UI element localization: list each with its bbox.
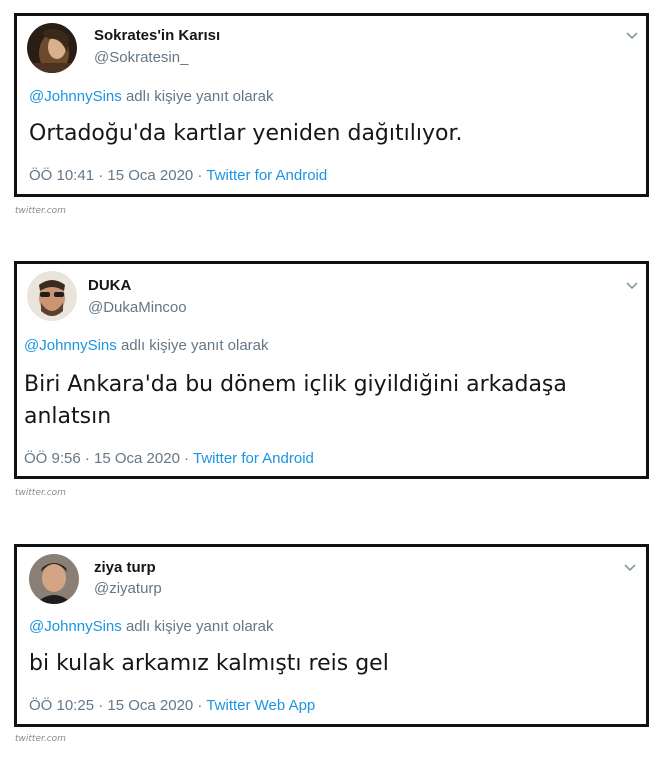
reply-mention-link[interactable]: @JohnnySins [24, 337, 117, 354]
user-handle[interactable]: @DukaMincoo [88, 299, 187, 316]
tweet-meta: ÖÖ 10:41 · 15 Oca 2020 · Twitter for And… [29, 167, 327, 184]
reply-context: @JohnnySins adlı kişiye yanıt olarak [29, 618, 274, 635]
user-handle[interactable]: @ziyaturp [94, 580, 162, 597]
avatar-photo-icon [29, 554, 79, 604]
tweet-text: bi kulak arkamız kalmıştı reis gel [29, 651, 389, 676]
reply-mention-link[interactable]: @JohnnySins [29, 618, 122, 635]
chevron-down-icon[interactable] [624, 27, 640, 43]
source-credit: twitter.com [15, 734, 66, 744]
display-name[interactable]: DUKA [88, 277, 131, 294]
tweet-text: Biri Ankara'da bu dönem içlik giyildiğin… [24, 372, 567, 429]
tweet-card-2[interactable]: DUKA @DukaMincoo @JohnnySins adlı kişiye… [14, 261, 649, 479]
reply-context-label: adlı kişiye yanıt olarak [116, 337, 269, 354]
tweet-meta: ÖÖ 10:25 · 15 Oca 2020 · Twitter Web App [29, 697, 315, 714]
avatar-photo-icon [27, 23, 77, 73]
tweet-timestamp[interactable]: ÖÖ 9:56 · 15 Oca 2020 · [24, 450, 193, 467]
user-handle[interactable]: @Sokratesin_ [94, 49, 188, 66]
tweet-meta: ÖÖ 9:56 · 15 Oca 2020 · Twitter for Andr… [24, 450, 314, 467]
chevron-down-icon[interactable] [622, 559, 638, 575]
source-credit: twitter.com [15, 488, 66, 498]
tweet-timestamp[interactable]: ÖÖ 10:41 · 15 Oca 2020 · [29, 167, 206, 184]
source-credit: twitter.com [15, 206, 66, 216]
tweet-card-3[interactable]: ziya turp @ziyaturp @JohnnySins adlı kiş… [14, 544, 649, 727]
reply-context: @JohnnySins adlı kişiye yanıt olarak [29, 88, 274, 105]
reply-context: @JohnnySins adlı kişiye yanıt olarak [24, 337, 269, 354]
reply-context-label: adlı kişiye yanıt olarak [121, 88, 274, 105]
avatar[interactable] [29, 554, 79, 604]
chevron-down-icon[interactable] [624, 277, 640, 293]
tweet-source-link[interactable]: Twitter for Android [193, 450, 314, 467]
display-name[interactable]: Sokrates'in Karısı [94, 27, 220, 44]
avatar[interactable] [27, 23, 77, 73]
avatar[interactable] [27, 271, 77, 321]
tweet-text: Ortadoğu'da kartlar yeniden dağıtılıyor. [29, 121, 463, 146]
tweet-source-link[interactable]: Twitter Web App [206, 697, 315, 714]
reply-mention-link[interactable]: @JohnnySins [29, 88, 122, 105]
tweet-card-1[interactable]: Sokrates'in Karısı @Sokratesin_ @JohnnyS… [14, 13, 649, 197]
tweet-source-link[interactable]: Twitter for Android [206, 167, 327, 184]
avatar-photo-icon [27, 271, 77, 321]
reply-context-label: adlı kişiye yanıt olarak [121, 618, 274, 635]
tweet-timestamp[interactable]: ÖÖ 10:25 · 15 Oca 2020 · [29, 697, 206, 714]
display-name[interactable]: ziya turp [94, 559, 156, 576]
